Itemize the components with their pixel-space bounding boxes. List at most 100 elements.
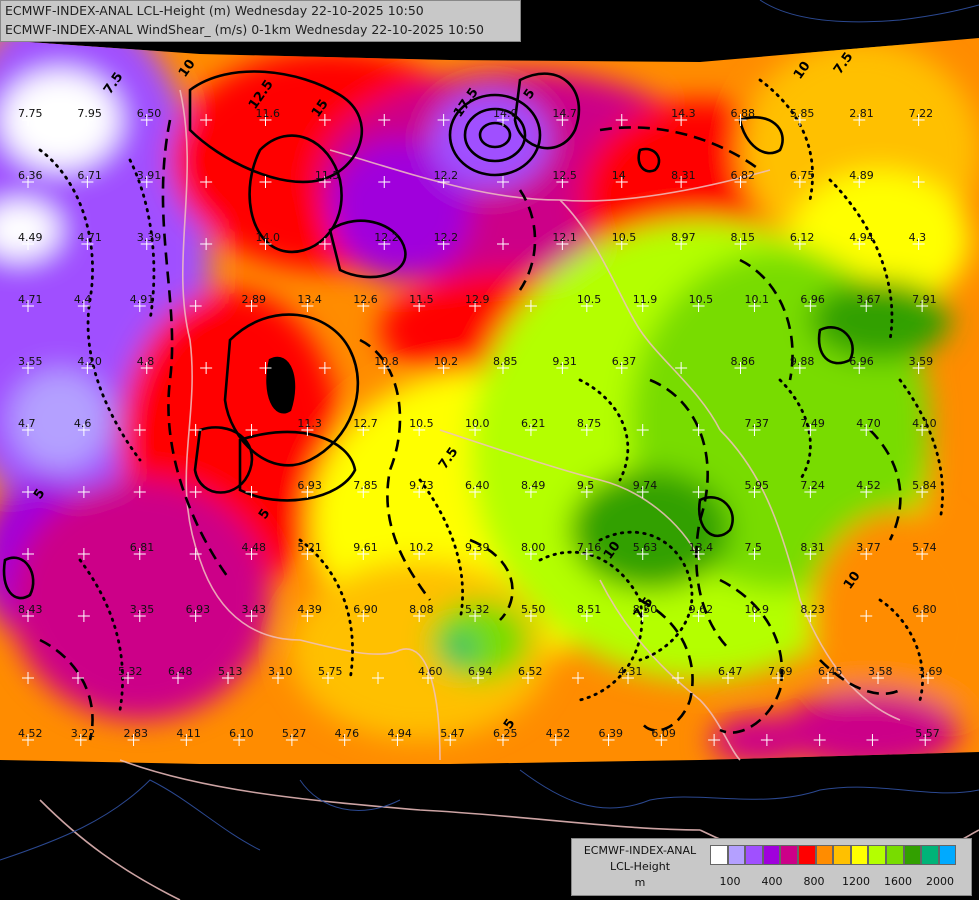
grid-value: 4.3 (909, 231, 927, 244)
grid-value: 4.20 (77, 355, 102, 368)
legend-tick-label: 400 (761, 875, 783, 888)
grid-value: 12.2 (434, 169, 459, 182)
grid-value: 2.83 (124, 727, 149, 740)
grid-value: 11.5 (315, 169, 340, 182)
legend-tick-label: 1200 (842, 875, 870, 888)
legend-swatch (850, 845, 869, 865)
grid-value: 5.50 (521, 603, 546, 616)
grid-value: 7.22 (909, 107, 934, 120)
grid-value: 8.43 (18, 603, 43, 616)
grid-value: 8.23 (800, 603, 825, 616)
grid-value: 4.4 (74, 293, 92, 306)
grid-value: 10.9 (744, 603, 769, 616)
legend-swatch (938, 845, 957, 865)
grid-value: 6.37 (612, 355, 637, 368)
legend-swatch (868, 845, 886, 865)
grid-value: 10.2 (434, 355, 459, 368)
grid-value: 6.88 (731, 107, 756, 120)
grid-value: 5.21 (297, 541, 322, 554)
grid-value: 7.91 (912, 293, 937, 306)
grid-value: 6.10 (229, 727, 254, 740)
legend-swatch (886, 845, 904, 865)
legend-swatch (745, 845, 763, 865)
grid-value: 4.60 (418, 665, 443, 678)
legend-tick-label: 800 (803, 875, 825, 888)
legend-tick-label: 2000 (926, 875, 954, 888)
grid-value: 7.69 (768, 665, 793, 678)
legend-unit: m (634, 876, 646, 889)
grid-value: 5.32 (465, 603, 490, 616)
grid-value: 6.75 (790, 169, 815, 182)
legend-swatch (833, 845, 851, 865)
grid-value: 5.32 (118, 665, 143, 678)
grid-value: 6.48 (168, 665, 193, 678)
grid-value: 10.5 (612, 231, 637, 244)
grid-value: 9.73 (409, 479, 434, 492)
grid-value: 4.94 (849, 231, 874, 244)
grid-value: 3.35 (130, 603, 155, 616)
grid-value: 5.85 (790, 107, 815, 120)
grid-value: 8.31 (800, 541, 825, 554)
grid-value: 14.0 (256, 231, 281, 244)
grid-value: 5.13 (218, 665, 243, 678)
grid-value: 8.00 (521, 541, 546, 554)
grid-value: 3.55 (18, 355, 43, 368)
legend-swatch (762, 845, 781, 865)
grid-value: 8.97 (671, 231, 696, 244)
grid-value: 4.49 (18, 231, 43, 244)
grid-value: 6.93 (186, 603, 211, 616)
grid-value: 5.74 (912, 541, 937, 554)
grid-value: 4.8 (137, 355, 155, 368)
grid-value: 10.5 (689, 293, 714, 306)
grid-value: 4.6 (74, 417, 92, 430)
grid-value: 12.6 (353, 293, 378, 306)
grid-value: 9.31 (552, 355, 577, 368)
grid-value: 3.39 (137, 231, 162, 244)
grid-value: 7.37 (744, 417, 769, 430)
grid-value: 7.24 (800, 479, 825, 492)
legend-variable: LCL-Height (609, 860, 671, 873)
grid-value: 12.2 (434, 231, 459, 244)
grid-value: 6.94 (468, 665, 493, 678)
grid-value: 12.1 (552, 231, 577, 244)
grid-value: 6.47 (718, 665, 743, 678)
grid-value: 6.93 (297, 479, 322, 492)
grid-value: 13.4 (689, 541, 714, 554)
weather-map: 7.75 7.95 6.50 11.6 14.0 14.7 14.3 6.88 5.85 2.81… (0, 0, 979, 900)
grid-value: 6.50 (137, 107, 162, 120)
grid-value: 9.61 (353, 541, 378, 554)
grid-value: 8.75 (577, 417, 602, 430)
grid-value: 6.45 (818, 665, 843, 678)
grid-value: 5.47 (440, 727, 465, 740)
grid-value: 6.71 (77, 169, 102, 182)
grid-value: 6.80 (912, 603, 937, 616)
grid-value: 6.82 (731, 169, 756, 182)
grid-value: 14 (612, 169, 626, 182)
grid-value: 13.4 (297, 293, 322, 306)
grid-value: 10.0 (465, 417, 490, 430)
header-line-lcl: ECMWF-INDEX-ANAL LCL-Height (m) Wednesda… (5, 3, 424, 18)
grid-value: 6.96 (849, 355, 874, 368)
grid-value: 8.15 (731, 231, 756, 244)
grid-value: 5.63 (633, 541, 658, 554)
grid-value: 8.49 (521, 479, 546, 492)
grid-value: 4.7 (18, 417, 36, 430)
grid-value: 6.09 (651, 727, 676, 740)
grid-value: 5.84 (912, 479, 937, 492)
grid-value: 4.11 (176, 727, 201, 740)
grid-value: 7.85 (353, 479, 378, 492)
grid-value: 7.95 (77, 107, 102, 120)
legend-swatch (780, 845, 798, 865)
grid-value: 7.16 (577, 541, 602, 554)
grid-value: 14.7 (552, 107, 577, 120)
grid-value: 5.75 (318, 665, 343, 678)
grid-value: 3.43 (242, 603, 267, 616)
legend-swatch (815, 845, 834, 865)
grid-value: 9.88 (790, 355, 815, 368)
grid-value: 6.36 (18, 169, 43, 182)
grid-value: 8.31 (671, 169, 696, 182)
grid-value: 14.0 (493, 107, 518, 120)
header-line-windshear: ECMWF-INDEX-ANAL WindShear_ (m/s) 0-1km … (5, 22, 484, 37)
grid-value: 3.67 (856, 293, 881, 306)
legend-swatch (710, 845, 728, 865)
